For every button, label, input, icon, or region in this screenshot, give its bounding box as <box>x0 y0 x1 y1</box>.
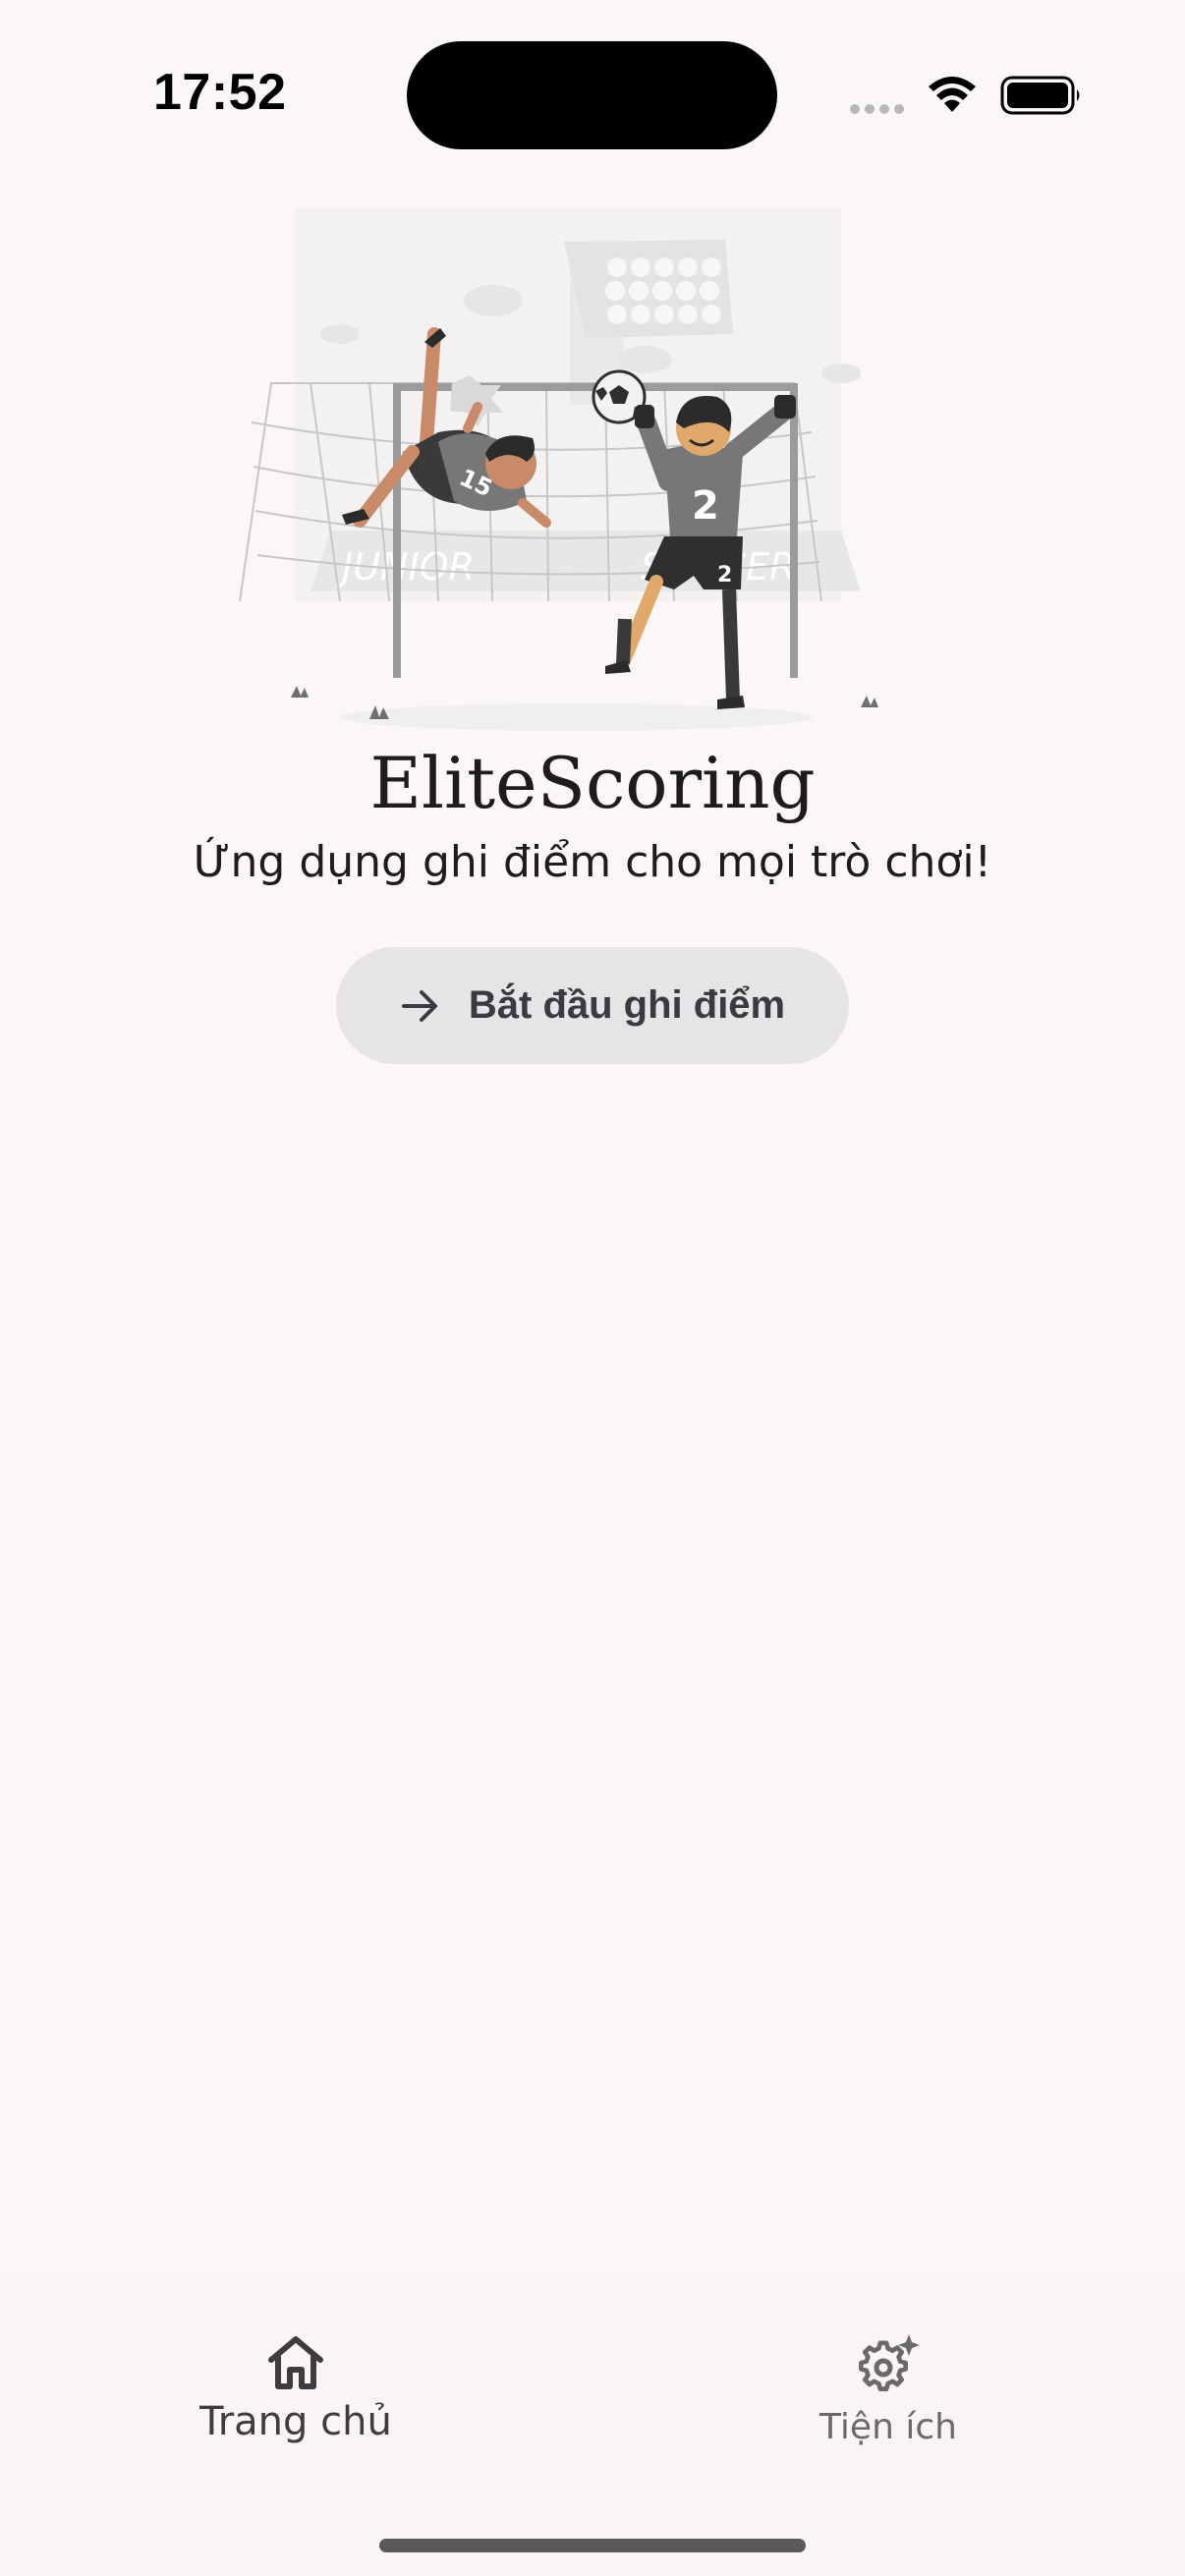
svg-text:2: 2 <box>692 483 719 529</box>
app-title: EliteScoring <box>369 742 816 824</box>
nav-item-utilities[interactable]: Tiện ích <box>692 2277 1085 2474</box>
nav-label-utilities: Tiện ích <box>819 2407 957 2447</box>
dynamic-island <box>407 41 777 149</box>
settings-sparkle-icon <box>859 2334 920 2391</box>
cellular-signal-icon <box>850 104 904 114</box>
nav-label-home: Trang chủ <box>199 2399 392 2444</box>
bottom-navigation-bar: Trang chủ Tiện ích <box>0 2277 1185 2576</box>
status-time: 17:52 <box>153 64 287 121</box>
wifi-icon <box>929 77 976 112</box>
start-scoring-label: Bắt đầu ghi điểm <box>468 983 786 1027</box>
arrow-right-icon <box>401 989 437 1022</box>
svg-text:JUNIOR: JUNIOR <box>335 545 475 588</box>
start-scoring-button[interactable]: Bắt đầu ghi điểm <box>336 947 849 1064</box>
nav-item-home[interactable]: Trang chủ <box>99 2277 492 2474</box>
app-tagline: Ứng dụng ghi điểm cho mọi trò chơi! <box>193 837 992 887</box>
home-icon <box>268 2336 323 2389</box>
svg-text:2: 2 <box>717 563 732 588</box>
home-indicator[interactable] <box>379 2539 806 2552</box>
battery-icon <box>1000 76 1080 115</box>
status-bar: 17:52 <box>0 0 1185 187</box>
soccer-illustration: JUNIOR SOCCER <box>239 208 878 731</box>
